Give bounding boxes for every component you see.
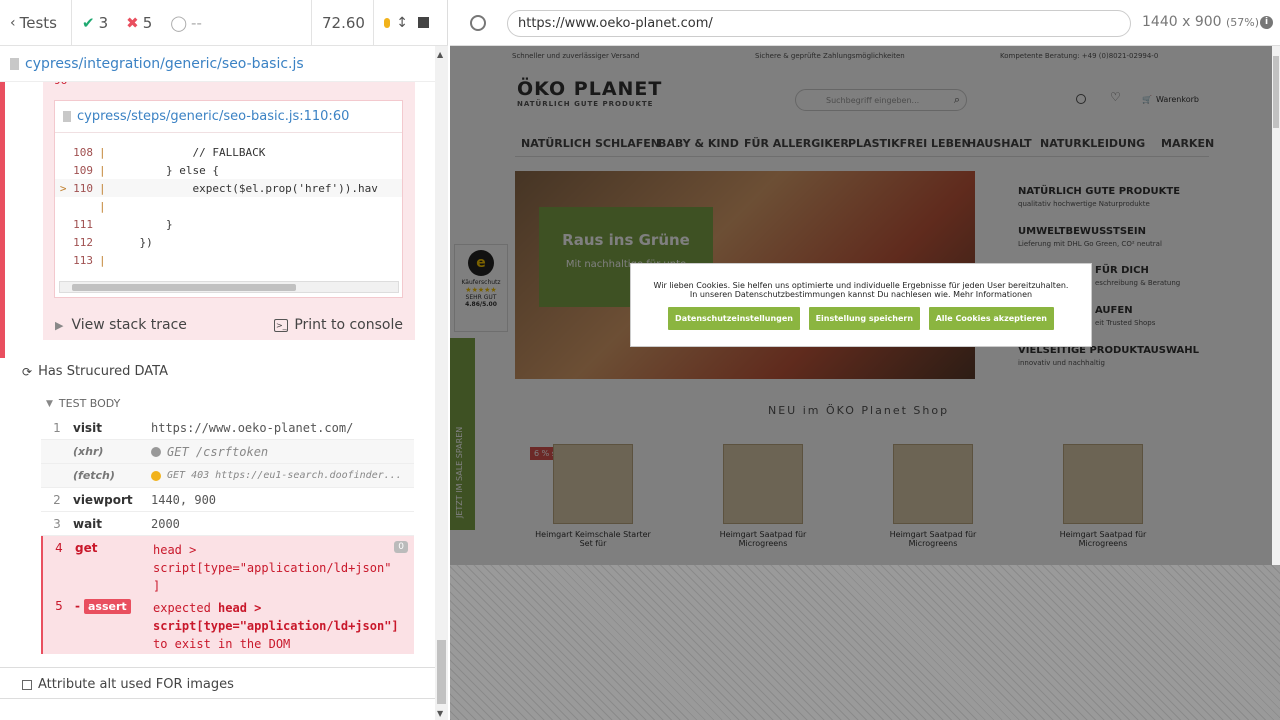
aut-header: https://www.oeko-planet.com/ 1440 x 900 … (450, 0, 1280, 46)
scrollbar-thumb[interactable] (1273, 56, 1279, 128)
scroll-up-icon[interactable]: ▲ (437, 50, 443, 59)
test-body-label[interactable]: ▼ TEST BODY (46, 397, 120, 410)
chevron-left-icon: ‹ (10, 14, 16, 31)
selector-playground-icon[interactable] (470, 15, 486, 31)
tests-label: Tests (19, 13, 57, 32)
status-dot-icon (384, 17, 391, 28)
code-frame-file[interactable]: cypress/steps/generic/seo-basic.js:110:6… (55, 101, 402, 133)
url-field[interactable]: https://www.oeko-planet.com/ (507, 10, 1131, 37)
iframe-scrollbar[interactable] (1272, 46, 1280, 565)
divider (0, 667, 435, 668)
element-count-badge: 0 (394, 541, 408, 553)
refresh-icon: ⟳ (22, 364, 33, 379)
runner-body: 96 cypress/steps/generic/seo-basic.js:11… (0, 82, 435, 698)
orange-dot-icon (151, 470, 161, 481)
code-line: 109 | } else { (73, 163, 219, 177)
failed-count[interactable]: ✖ 5 (126, 14, 152, 32)
previous-line: 96 (54, 82, 67, 87)
code-frame: cypress/steps/generic/seo-basic.js:110:6… (54, 100, 403, 298)
aut-panel: https://www.oeko-planet.com/ 1440 x 900 … (450, 0, 1280, 720)
failed-test-bar (0, 82, 5, 358)
code-line: | (99, 199, 106, 213)
file-icon (63, 111, 71, 122)
code-line-highlighted: > 110 | expect($el.prop('href')).hav (55, 179, 402, 197)
terminal-icon: >_ (274, 318, 289, 332)
code-scrollbar[interactable] (59, 281, 399, 293)
stats: ✔ 3 ✖ 5 ◯ -- (72, 0, 312, 46)
stop-icon[interactable] (418, 17, 429, 28)
test-title[interactable]: ⟳ Has Strucured DATA (22, 364, 168, 379)
print-to-console-button[interactable]: >_ Print to console (274, 317, 403, 333)
checkbox-icon (22, 679, 32, 690)
code-line: 111| } (73, 217, 173, 231)
duration: 72.60 (312, 0, 374, 46)
info-icon[interactable]: i (1260, 16, 1273, 29)
scrollbar-thumb[interactable] (437, 640, 446, 704)
command-viewport[interactable]: 2 viewport 1440, 900 (41, 488, 414, 512)
command-assert[interactable]: 5 - assert expected head > script[type="a… (41, 594, 414, 654)
x-icon: ✖ (126, 13, 139, 32)
circle-icon: ◯ (170, 13, 188, 32)
cookie-dialog: Wir lieben Cookies. Sie helfen uns optim… (630, 263, 1092, 347)
autoscroll-toggle[interactable]: ↕ (374, 0, 418, 46)
code-line: 113 | (73, 253, 106, 267)
grey-dot-icon (151, 446, 161, 457)
chevron-right-icon: ▶ (55, 318, 64, 332)
command-get[interactable]: 4 get head > script[type="application/ld… (41, 536, 414, 594)
scrollbar-thumb[interactable] (72, 284, 296, 291)
command-wait[interactable]: 3 wait 2000 (41, 512, 414, 536)
accept-all-cookies-button[interactable]: Alle Cookies akzeptieren (928, 307, 1054, 330)
caret-down-icon: ▼ (46, 398, 53, 409)
viewport-info: 1440 x 900 (57%) (1142, 14, 1260, 30)
assert-badge: assert (83, 599, 131, 614)
pending-count[interactable]: ◯ -- (170, 14, 202, 32)
passed-count[interactable]: ✔ 3 (82, 14, 108, 32)
code-line: 108 | // FALLBACK (73, 145, 266, 159)
command-visit[interactable]: 1 visit https://www.oeko-planet.com/ (41, 416, 414, 440)
reporter-footer (0, 698, 435, 720)
file-icon (10, 57, 19, 70)
app-iframe[interactable]: Schneller und zuverlässiger Versand Sich… (450, 46, 1272, 565)
next-test-title[interactable]: Attribute alt used FOR images (22, 677, 234, 692)
empty-viewport-area (450, 565, 1280, 720)
code-lines: 108 | // FALLBACK 109 | } else { > 110 | ex… (55, 133, 402, 269)
view-stack-trace-button[interactable]: ▶ View stack trace (55, 317, 187, 333)
tests-button[interactable]: ‹ Tests (0, 0, 72, 46)
check-icon: ✔ (82, 13, 95, 32)
command-xhr[interactable]: (xhr) GET /csrftoken (41, 440, 414, 464)
save-settings-button[interactable]: Einstellung speichern (808, 307, 921, 330)
command-fetch[interactable]: (fetch) GET 403 https://eu1-search.doofi… (41, 464, 414, 488)
error-actions: ▶ View stack trace >_ Print to console (43, 308, 415, 342)
reporter-header: ‹ Tests ✔ 3 ✖ 5 ◯ -- 72.60 ↕ (0, 0, 448, 46)
arrows-vertical-icon: ↕ (396, 14, 408, 31)
reporter-panel: ‹ Tests ✔ 3 ✖ 5 ◯ -- 72.60 ↕ cypress/integr… (0, 0, 448, 720)
scroll-down-icon[interactable]: ▼ (437, 709, 443, 718)
spec-path[interactable]: cypress/integration/generic/seo-basic.js (0, 46, 435, 82)
reporter-scrollbar[interactable]: ▲ ▼ (435, 46, 448, 720)
privacy-settings-button[interactable]: Datenschutzeinstellungen (668, 307, 801, 330)
code-line: 112| }) (73, 235, 153, 249)
